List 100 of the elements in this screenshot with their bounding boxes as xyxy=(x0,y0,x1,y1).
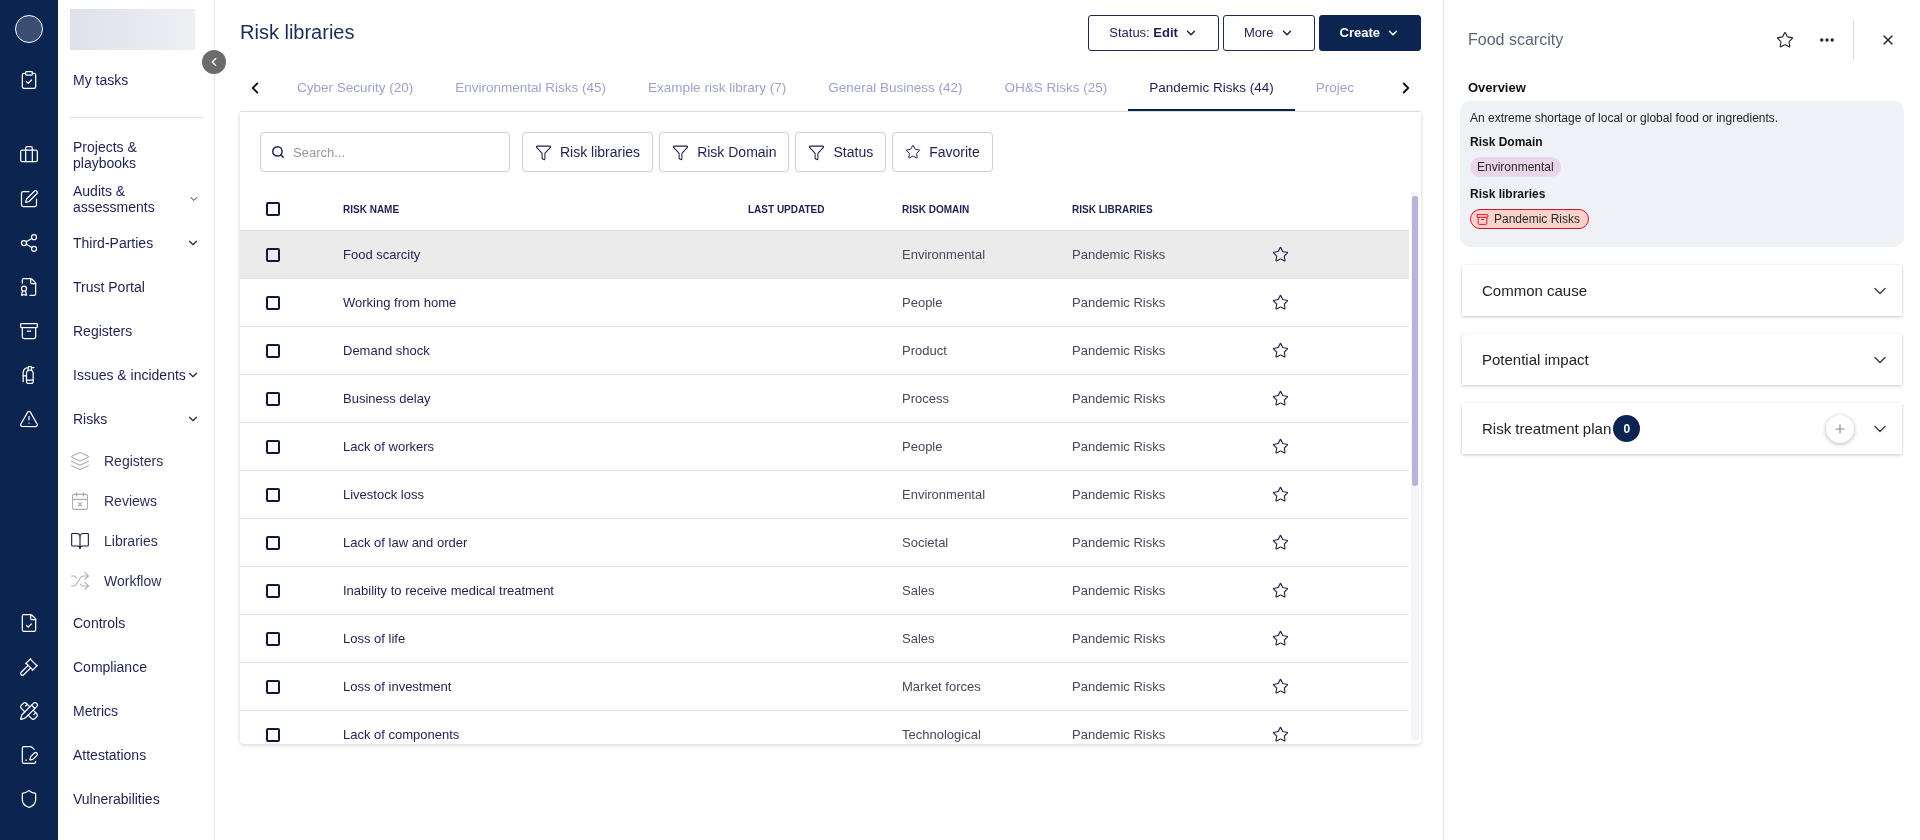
table-row[interactable]: Lack of components Technological Pandemic Risks xyxy=(240,711,1409,744)
nav-item[interactable]: Metrics xyxy=(73,703,200,719)
row-checkbox[interactable] xyxy=(266,679,280,694)
row-checkbox[interactable] xyxy=(266,295,280,310)
column-header: RISK DOMAIN xyxy=(902,203,971,215)
nav-item[interactable]: Vulnerabilities xyxy=(73,791,200,807)
nav-rail-icon[interactable] xyxy=(19,277,39,297)
favorite-star-icon[interactable] xyxy=(1272,341,1290,360)
nav-rail-icon[interactable] xyxy=(19,789,39,809)
nav-rail-icon[interactable] xyxy=(19,745,39,765)
clipboard-icon[interactable] xyxy=(19,70,39,90)
risk-domain-cell-text: Sales xyxy=(902,631,936,646)
favorite-star-icon[interactable] xyxy=(1272,389,1290,408)
risk-name-cell-text: Lack of workers xyxy=(343,439,436,454)
overview-heading: Overview xyxy=(1468,80,1527,95)
nav-rail-icon[interactable] xyxy=(19,613,39,633)
nav-subitem[interactable]: Reviews xyxy=(70,491,214,511)
accordion-section[interactable]: Potential impact xyxy=(1462,334,1902,385)
row-checkbox[interactable] xyxy=(266,535,280,550)
nav-item[interactable]: Trust Portal xyxy=(73,279,200,295)
favorite-star-icon[interactable] xyxy=(1272,245,1290,264)
header-button[interactable]: Status: Edit xyxy=(1088,14,1219,51)
select-all-checkbox[interactable] xyxy=(266,202,280,216)
nav-item[interactable]: Third-Parties xyxy=(73,235,200,251)
nav-item[interactable]: Attestations xyxy=(73,747,200,763)
risk-domain-cell-text: Societal xyxy=(902,535,950,550)
nav-rail-icon[interactable] xyxy=(19,321,39,341)
table-row[interactable]: Inability to receive medical treatment Sales Pandemic Risks xyxy=(240,567,1409,615)
risk-library-cell-text: Pandemic Risks xyxy=(1072,247,1167,262)
nav-item[interactable]: Projects & playbooks xyxy=(73,139,200,171)
risk-name-cell-text: Working from home xyxy=(343,295,458,310)
table-row[interactable]: Food scarcity Environmental Pandemic Risks xyxy=(240,231,1409,279)
risk-domain-cell-text: People xyxy=(902,295,944,310)
detail-title: Food scarcity xyxy=(1468,31,1565,49)
favorite-star-icon[interactable] xyxy=(1272,437,1290,456)
nav-subitem[interactable]: Registers xyxy=(70,451,214,471)
row-checkbox[interactable] xyxy=(266,583,280,598)
header-button[interactable]: Create xyxy=(1318,14,1421,51)
favorite-star-icon[interactable] xyxy=(1272,629,1290,648)
risk-name-cell-text: Livestock loss xyxy=(343,487,425,502)
favorite-star-icon[interactable] xyxy=(1272,293,1290,312)
nav-rail-icon[interactable] xyxy=(19,233,39,253)
nav-rail-icon[interactable] xyxy=(19,189,39,209)
risk-name-cell-text: Lack of law and order xyxy=(343,535,469,550)
funnel-icon xyxy=(535,143,552,161)
row-checkbox[interactable] xyxy=(266,439,280,454)
library-tag: Pandemic Risks xyxy=(1470,209,1590,229)
table-row[interactable]: Business delay Process Pandemic Risks xyxy=(240,375,1409,423)
nav-item[interactable]: Compliance xyxy=(73,659,200,675)
search-icon xyxy=(271,145,285,159)
filter-button[interactable]: Risk Domain xyxy=(659,132,790,172)
table-row[interactable]: Loss of life Sales Pandemic Risks xyxy=(240,615,1409,663)
nav-item[interactable]: Issues & incidents xyxy=(73,367,200,383)
nav-rail-icon[interactable] xyxy=(19,657,39,677)
row-checkbox[interactable] xyxy=(266,487,280,502)
avatar-icon[interactable] xyxy=(15,15,43,43)
row-checkbox[interactable] xyxy=(266,391,280,406)
risk-library-cell-text: Pandemic Risks xyxy=(1072,535,1167,550)
library-tab[interactable]: Pandemic Risks (44) xyxy=(1128,65,1295,111)
risk-library-cell-text: Pandemic Risks xyxy=(1072,295,1167,310)
risk-domain-cell-text: Market forces xyxy=(902,679,982,694)
table-row[interactable]: Demand shock Product Pandemic Risks xyxy=(240,327,1409,375)
filter-button[interactable]: Status xyxy=(795,132,887,172)
row-checkbox[interactable] xyxy=(266,631,280,646)
field-label: Risk Domain xyxy=(1470,135,1543,149)
accordion-section[interactable]: Common cause xyxy=(1462,265,1902,316)
row-checkbox[interactable] xyxy=(266,247,280,262)
favorite-star-icon[interactable] xyxy=(1272,677,1290,696)
column-header: LAST UPDATED xyxy=(748,203,826,215)
nav-rail-icon[interactable] xyxy=(19,145,39,165)
favorite-star-icon[interactable] xyxy=(1272,725,1290,744)
favorite-star-icon[interactable] xyxy=(1272,485,1290,504)
table-row[interactable]: Loss of investment Market forces Pandemic Risks xyxy=(240,663,1409,711)
nav-item[interactable]: Audits & assessments xyxy=(73,183,200,215)
risk-library-cell-text: Pandemic Risks xyxy=(1072,679,1167,694)
nav-item[interactable]: Registers xyxy=(73,323,200,339)
accordion-section[interactable]: Risk treatment plan 0 xyxy=(1462,403,1902,454)
nav-item[interactable]: Risks xyxy=(73,411,200,427)
nav-item[interactable]: Controls xyxy=(73,615,200,631)
search-field[interactable]: Search... xyxy=(260,132,510,172)
header-button[interactable]: More xyxy=(1222,14,1315,51)
collapse-button[interactable] xyxy=(202,50,226,74)
nav-rail-icon[interactable] xyxy=(19,701,39,721)
funnel-icon xyxy=(808,143,826,161)
section-title: Potential impact xyxy=(1482,351,1589,368)
table-row[interactable]: Working from home People Pandemic Risks xyxy=(240,279,1409,327)
table-row[interactable]: Lack of law and order Societal Pandemic Risks xyxy=(240,519,1409,567)
column-header: RISK NAME xyxy=(343,203,401,215)
nav-subitem[interactable]: Libraries xyxy=(70,531,214,551)
filter-button[interactable]: Favorite xyxy=(892,132,993,172)
filter-button[interactable]: Risk libraries xyxy=(522,132,654,172)
nav-rail-icon[interactable] xyxy=(19,409,39,429)
table-row[interactable]: Lack of workers People Pandemic Risks xyxy=(240,423,1409,471)
favorite-star-icon[interactable] xyxy=(1272,533,1290,552)
row-checkbox[interactable] xyxy=(266,343,280,358)
table-row[interactable]: Livestock loss Environmental Pandemic Risks xyxy=(240,471,1409,519)
row-checkbox[interactable] xyxy=(266,727,280,742)
favorite-star-icon[interactable] xyxy=(1272,581,1290,600)
nav-item[interactable]: My tasks xyxy=(73,72,200,88)
nav-subitem[interactable]: Workflow xyxy=(70,571,214,591)
